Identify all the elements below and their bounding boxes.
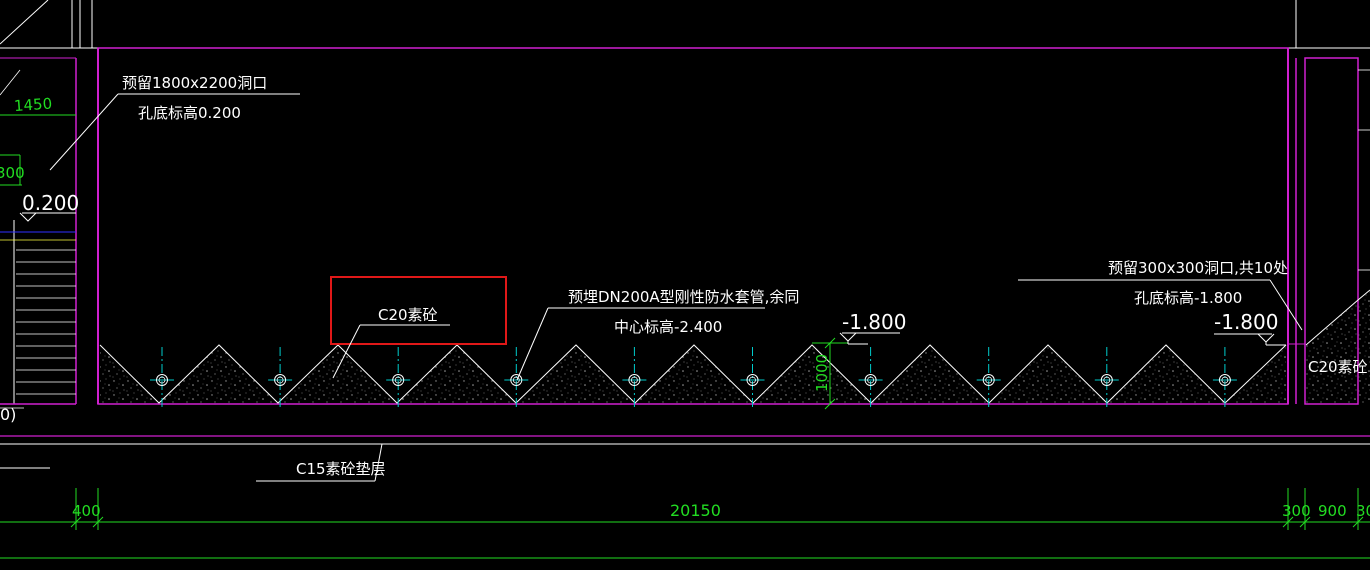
- dim-400: 400: [72, 502, 101, 520]
- dim-30: 30: [1356, 502, 1370, 520]
- elevation-mid-marker: -1.800: [839, 310, 906, 345]
- concrete-fill: [99, 344, 1287, 404]
- left-texts: 1450 300 0.200 0): [0, 94, 79, 424]
- opening-right-line2: 孔底标高-1.800: [1134, 289, 1242, 307]
- c15-layer-label: C15素砼垫层: [296, 460, 386, 478]
- partial-left-paren: 0): [0, 405, 16, 424]
- c20-right-label: C20素砼: [1308, 358, 1368, 376]
- right-structure: [1288, 0, 1370, 405]
- stair-lines: [16, 249, 76, 395]
- bottom-dimension-chain: 400 20150 300 900 30: [0, 488, 1370, 559]
- pipe-note-line2: 中心标高-2.400: [614, 318, 722, 336]
- dim-900: 900: [1318, 502, 1347, 520]
- cad-drawing: 1450 300 0.200 0) 1000 -1.800 预留1800x220…: [0, 0, 1370, 559]
- elevation-left: 0.200: [22, 191, 79, 215]
- dim-left-300: 300: [0, 164, 25, 182]
- dim-20150: 20150: [670, 501, 721, 520]
- elevation-right-marker: -1.800: [1214, 310, 1286, 346]
- dim-1000: 1000: [813, 354, 831, 392]
- opening-top-note: 预留1800x2200洞口 孔底标高0.200: [49, 74, 300, 171]
- elevation-right: -1.800: [1214, 310, 1278, 334]
- dim-1450: 1450: [13, 94, 52, 115]
- elevation-mid: -1.800: [842, 310, 906, 334]
- opening-right-line1: 预留300x300洞口,共10处: [1108, 259, 1288, 277]
- opening-top-line1: 预留1800x2200洞口: [122, 74, 267, 92]
- dim-right-300: 300: [1282, 502, 1311, 520]
- foundation-layers: C15素砼垫层: [0, 435, 1370, 482]
- pipe-note-line1: 预埋DN200A型刚性防水套管,余同: [568, 288, 799, 306]
- c20-center-label: C20素砼: [378, 306, 438, 324]
- c20-center-note: C20素砼: [330, 276, 507, 379]
- opening-top-line2: 孔底标高0.200: [138, 104, 241, 122]
